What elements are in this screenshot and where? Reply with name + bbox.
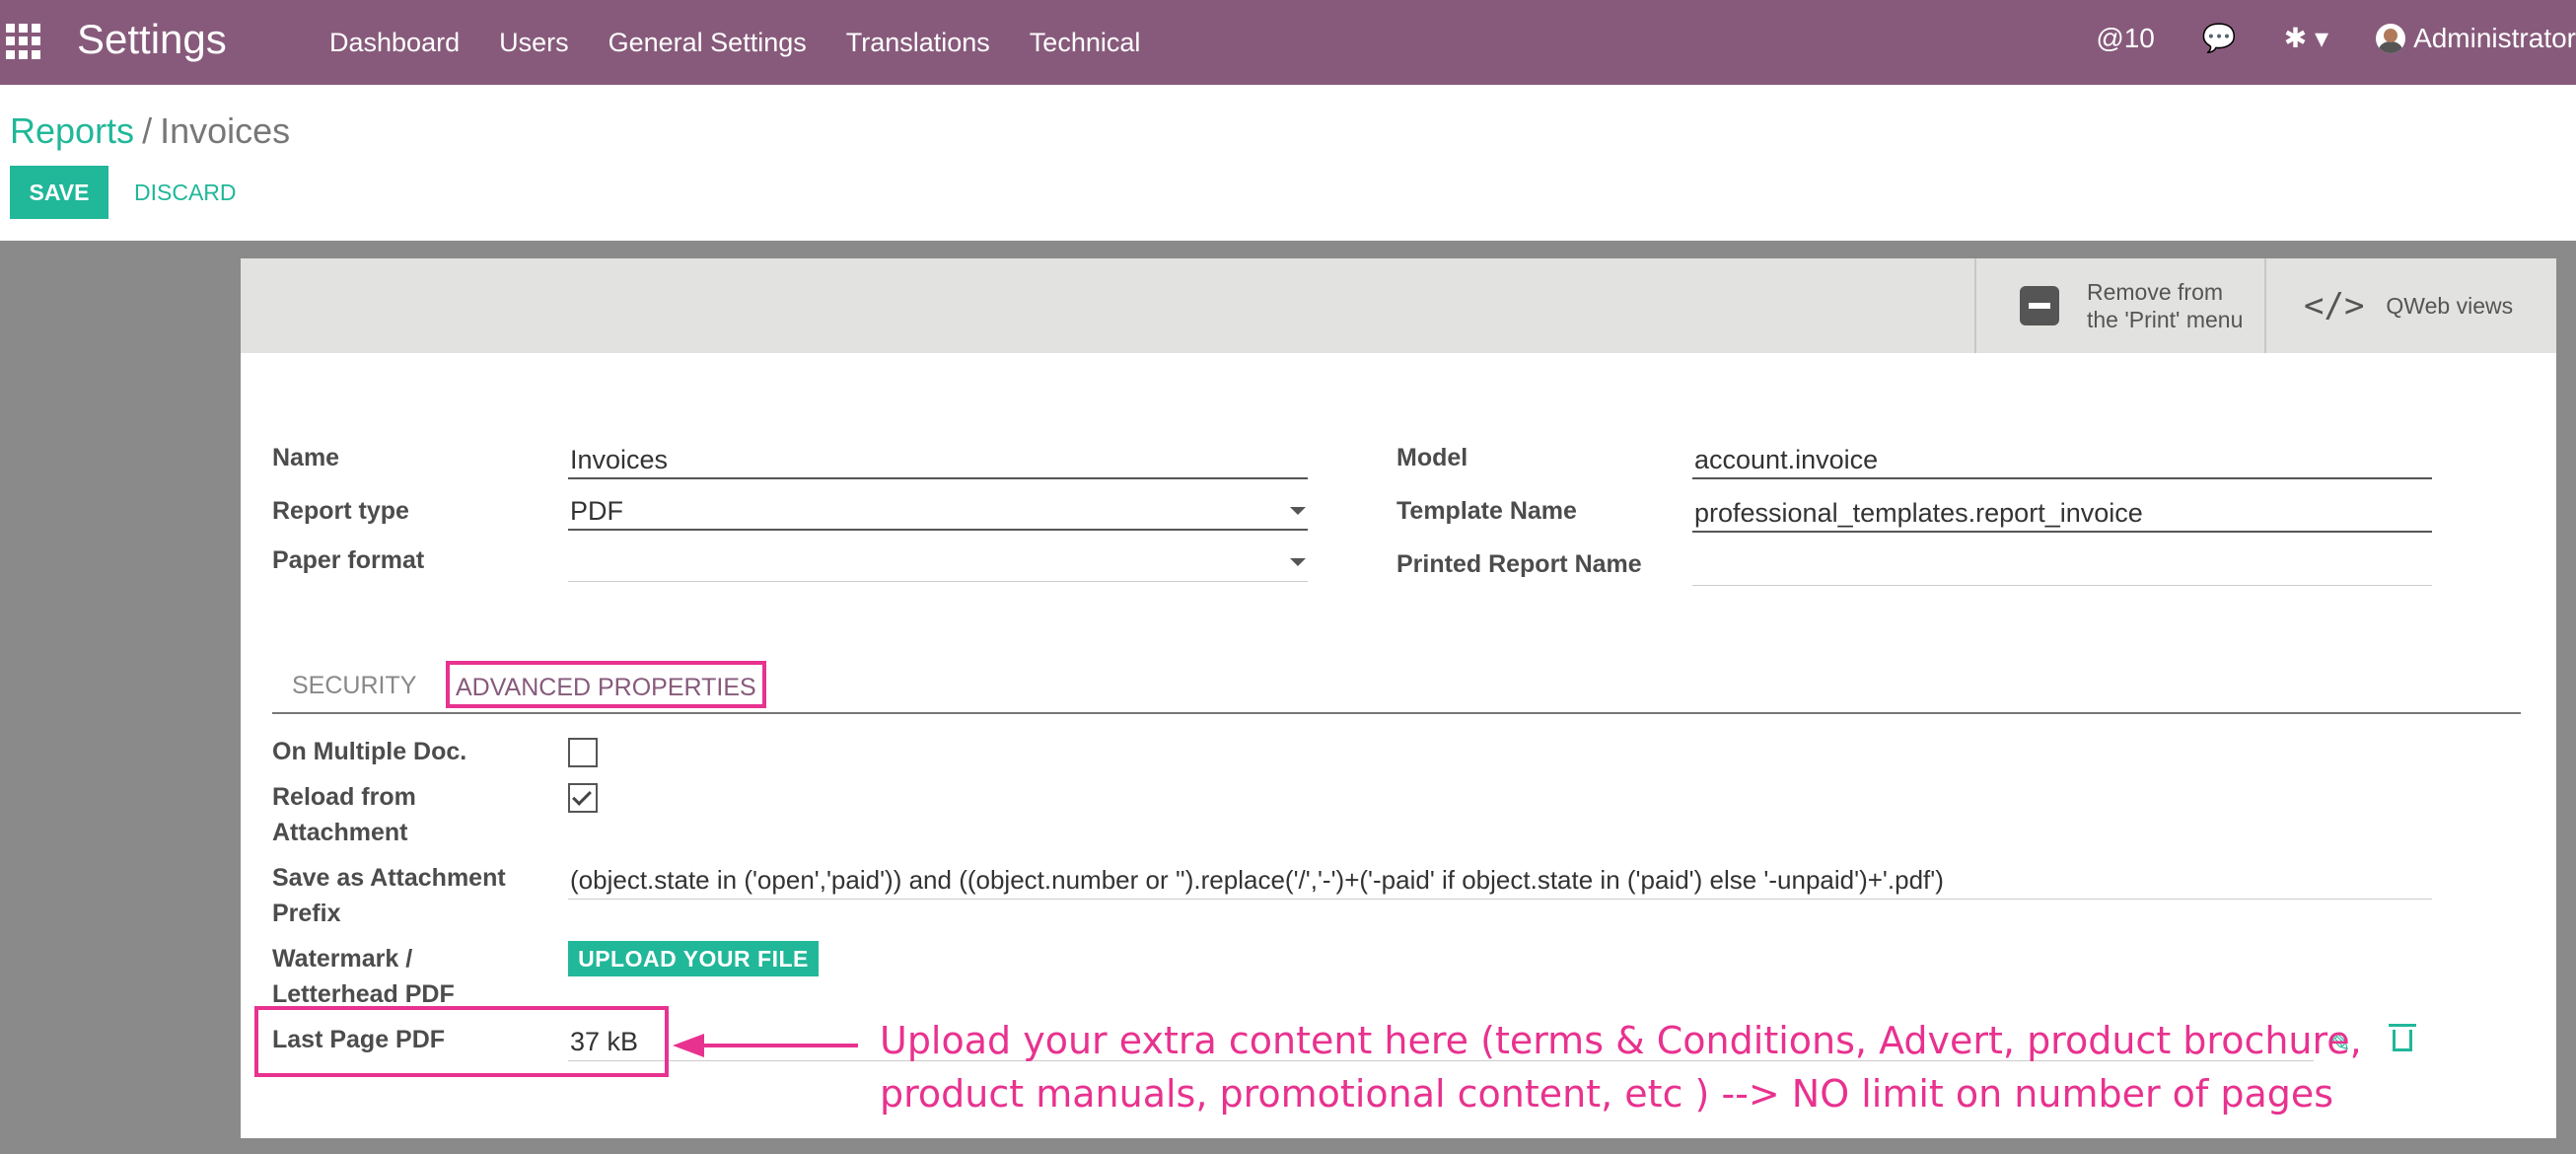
breadcrumb-current: Invoices — [160, 110, 291, 151]
chat-icon[interactable]: 💬 — [2202, 22, 2237, 54]
report-type-select[interactable]: PDF — [568, 493, 1308, 531]
chevron-down-icon — [1290, 507, 1306, 515]
name-field[interactable]: Invoices — [568, 442, 1308, 479]
menu-technical[interactable]: Technical — [1030, 28, 1141, 58]
debug-bug-icon[interactable]: ✱ ▾ — [2284, 22, 2328, 54]
model-label: Model — [1396, 444, 1468, 471]
report-type-label: Report type — [272, 497, 409, 525]
save-button[interactable]: SAVE — [10, 166, 108, 219]
remove-from-print-button[interactable]: Remove from the 'Print' menu — [1974, 258, 2264, 353]
annotation-text: Upload your extra content here (terms & … — [880, 1014, 2362, 1120]
menu-translations[interactable]: Translations — [846, 28, 990, 58]
menu-users[interactable]: Users — [499, 28, 569, 58]
discard-button[interactable]: DISCARD — [134, 166, 237, 219]
multiple-doc-label: On Multiple Doc. — [272, 738, 467, 765]
apps-grid-icon[interactable] — [6, 24, 41, 59]
breadcrumb-separator: / — [142, 110, 153, 151]
breadcrumb-reports-link[interactable]: Reports — [10, 110, 134, 151]
paper-format-select[interactable] — [568, 544, 1308, 582]
template-name-field[interactable]: professional_templates.report_invoice — [1692, 495, 2432, 533]
annotation-line-1: Upload your extra content here (terms & … — [880, 1019, 2362, 1062]
multiple-doc-checkbox[interactable] — [568, 738, 598, 767]
menu-dashboard[interactable]: Dashboard — [329, 28, 460, 58]
watermark-label: Watermark / Letterhead PDF — [272, 945, 455, 1008]
annotation-line-2: product manuals, promotional content, et… — [880, 1072, 2334, 1116]
last-page-highlight-box — [254, 1006, 669, 1077]
top-navbar: Settings Dashboard Users General Setting… — [0, 0, 2576, 85]
main-menu: Dashboard Users General Settings Transla… — [329, 28, 1140, 58]
attachment-prefix-field[interactable]: (object.state in ('open','paid')) and ((… — [568, 862, 2432, 900]
minus-square-icon — [2020, 286, 2059, 325]
remove-from-print-label: Remove from the 'Print' menu — [2087, 279, 2244, 332]
trash-icon[interactable] — [2389, 1024, 2416, 1051]
menu-general-settings[interactable]: General Settings — [608, 28, 807, 58]
template-name-label: Template Name — [1396, 497, 1577, 525]
reload-attachment-checkbox[interactable] — [568, 783, 598, 813]
checkmark-icon — [572, 786, 592, 806]
tab-advanced-properties[interactable]: ADVANCED PROPERTIES — [446, 661, 766, 708]
mentions-counter[interactable]: @10 — [2096, 23, 2155, 54]
attachment-prefix-label: Save as Attachment Prefix — [272, 864, 506, 927]
app-title: Settings — [77, 16, 227, 62]
printed-report-name-label: Printed Report Name — [1396, 550, 1642, 578]
model-field[interactable]: account.invoice — [1692, 442, 2432, 479]
qweb-views-label: QWeb views — [2386, 292, 2514, 319]
arrow-line — [698, 1044, 858, 1047]
avatar — [2376, 23, 2406, 53]
breadcrumb: Reports / Invoices — [10, 110, 290, 152]
tab-security[interactable]: SECURITY — [292, 671, 416, 700]
report-type-value: PDF — [570, 496, 623, 526]
tabs-divider — [272, 712, 2521, 714]
navbar-systray: @10 💬 ✱ ▾ Administrator — [2096, 22, 2576, 54]
reload-attachment-label: Reload from Attachment — [272, 783, 416, 846]
user-menu[interactable]: Administrator — [2376, 23, 2576, 54]
button-box: Remove from the 'Print' menu </> QWeb vi… — [241, 258, 2556, 353]
user-name: Administrator — [2413, 22, 2576, 53]
code-icon: </> — [2304, 286, 2365, 325]
chevron-down-icon — [1290, 558, 1306, 566]
upload-file-button[interactable]: UPLOAD YOUR FILE — [568, 941, 819, 976]
paper-format-label: Paper format — [272, 546, 425, 574]
qweb-views-button[interactable]: </> QWeb views — [2264, 258, 2556, 353]
printed-report-name-field[interactable] — [1692, 548, 2432, 586]
name-label: Name — [272, 444, 340, 471]
